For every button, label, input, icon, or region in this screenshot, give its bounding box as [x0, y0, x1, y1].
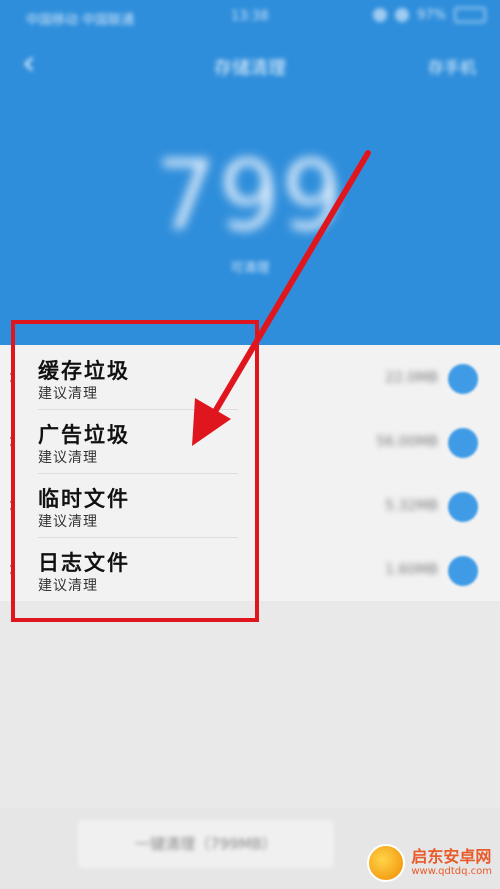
watermark-url: www.qdtdq.com: [411, 866, 492, 877]
watermark-logo-icon: [367, 844, 406, 882]
watermark: 启东安卓网 www.qdtdq.com: [367, 844, 492, 882]
watermark-name: 启东安卓网: [411, 847, 492, 866]
annotation-arrow: [192, 150, 371, 446]
